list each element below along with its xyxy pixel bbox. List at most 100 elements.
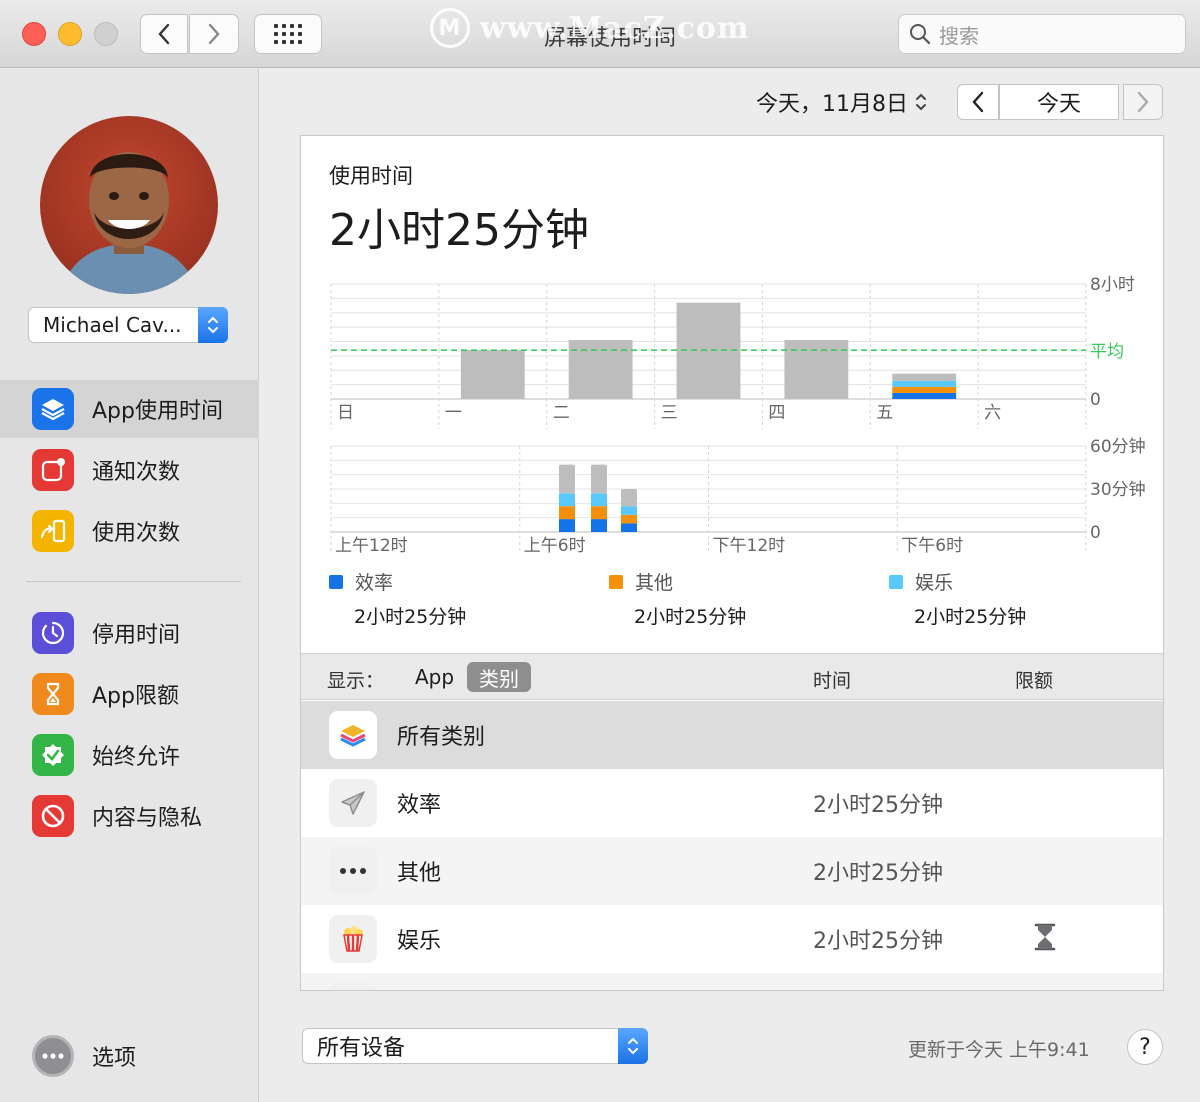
list-header: 显示： App 类别 时间 限额 bbox=[301, 653, 1163, 700]
x-tick-label: 六 bbox=[984, 403, 1001, 423]
list-item-all-categories[interactable]: 所有类别 bbox=[301, 701, 1163, 769]
screen-time-window: 屏幕使用时间 M www.MacZ.com 搜索 Michael Cav... … bbox=[0, 0, 1200, 1102]
hourglass-icon[interactable] bbox=[1033, 922, 1057, 956]
list-item-partial bbox=[301, 973, 1163, 990]
grid-icon bbox=[274, 24, 302, 44]
next-day-button[interactable] bbox=[1123, 84, 1163, 120]
close-window-button[interactable] bbox=[22, 22, 46, 46]
date-picker[interactable]: 今天，11月8日 bbox=[756, 86, 928, 118]
segment-category[interactable]: 类别 bbox=[467, 662, 531, 692]
zoom-window-button[interactable] bbox=[94, 22, 118, 46]
legend-label: 效率 bbox=[355, 572, 394, 594]
bar-segment bbox=[892, 373, 957, 381]
legend-swatch bbox=[889, 574, 903, 589]
x-tick-label: 四 bbox=[768, 403, 785, 423]
sidebar-item-pickups[interactable]: 使用次数 bbox=[0, 502, 259, 560]
sidebar-item-content-privacy[interactable]: 内容与隐私 bbox=[0, 787, 259, 845]
sidebar-item-label: 使用次数 bbox=[92, 521, 181, 546]
back-button[interactable] bbox=[140, 14, 188, 54]
bar-segment bbox=[460, 350, 525, 399]
search-icon bbox=[910, 24, 931, 45]
column-header-time[interactable]: 时间 bbox=[813, 666, 851, 693]
restrict-icon bbox=[32, 795, 74, 837]
ellipsis-circle-icon bbox=[32, 1035, 74, 1077]
avatar-photo bbox=[60, 152, 198, 294]
layers-icon bbox=[329, 711, 377, 759]
device-select-value: 所有设备 bbox=[317, 1036, 406, 1061]
sidebar-item-always-allowed[interactable]: 始终允许 bbox=[0, 726, 259, 784]
x-tick-label: 日 bbox=[337, 403, 354, 423]
options-button[interactable]: 选项 bbox=[32, 1035, 136, 1077]
downtime-icon bbox=[32, 612, 74, 654]
chevron-left-icon bbox=[158, 23, 170, 45]
row-icon-placeholder bbox=[329, 983, 377, 990]
legend-label: 其他 bbox=[635, 572, 674, 594]
previous-day-button[interactable] bbox=[957, 84, 999, 120]
title-bar: 屏幕使用时间 M www.MacZ.com 搜索 bbox=[0, 0, 1200, 68]
segment-app[interactable]: App bbox=[409, 662, 460, 692]
sidebar-item-notifications[interactable]: 通知次数 bbox=[0, 441, 259, 499]
ellipsis-icon bbox=[329, 847, 377, 895]
sidebar-item-label: 通知次数 bbox=[92, 460, 181, 485]
chevron-right-icon bbox=[208, 23, 220, 45]
device-select[interactable]: 所有设备 bbox=[302, 1028, 648, 1064]
chevron-left-icon bbox=[972, 91, 984, 113]
minimize-window-button[interactable] bbox=[58, 22, 82, 46]
x-tick-label: 三 bbox=[661, 403, 678, 423]
paper-plane-icon bbox=[329, 779, 377, 827]
help-button[interactable]: ? bbox=[1127, 1029, 1163, 1065]
popcorn-icon bbox=[329, 915, 377, 963]
sidebar-item-label: 内容与隐私 bbox=[92, 806, 203, 831]
bar-segment bbox=[784, 340, 849, 399]
forward-button[interactable] bbox=[189, 14, 239, 54]
x-tick-label: 下午6时 bbox=[901, 536, 963, 556]
bar-segment bbox=[559, 519, 575, 532]
user-name: Michael Cav... bbox=[43, 313, 182, 337]
stepper-icon bbox=[916, 93, 926, 111]
bar-segment bbox=[892, 386, 957, 393]
bar-segment bbox=[892, 380, 957, 387]
list-item-productivity[interactable]: 效率 2小时25分钟 bbox=[301, 769, 1163, 837]
sidebar-item-downtime[interactable]: 停用时间 bbox=[0, 604, 259, 662]
sidebar-divider bbox=[26, 581, 241, 582]
y-tick-label: 0 bbox=[1090, 390, 1101, 410]
list-item-name: 娱乐 bbox=[397, 929, 442, 954]
bar-segment bbox=[621, 489, 637, 507]
list-item-time: 2小时25分钟 bbox=[813, 793, 943, 818]
bar-segment bbox=[559, 493, 575, 507]
chevron-right-icon bbox=[1137, 91, 1149, 113]
list-item-other[interactable]: 其他 2小时25分钟 bbox=[301, 837, 1163, 905]
bar-segment bbox=[559, 464, 575, 494]
list-item-entertainment[interactable]: 娱乐 2小时25分钟 bbox=[301, 905, 1163, 973]
search-field[interactable]: 搜索 bbox=[898, 14, 1186, 54]
bar-segment bbox=[591, 519, 607, 532]
legend-swatch bbox=[329, 574, 343, 589]
x-tick-label: 上午6时 bbox=[524, 536, 586, 556]
column-header-limit[interactable]: 限额 bbox=[1015, 666, 1053, 693]
today-button[interactable]: 今天 bbox=[999, 84, 1119, 120]
show-all-preferences-button[interactable] bbox=[254, 14, 322, 54]
sidebar-item-label: 始终允许 bbox=[92, 745, 181, 770]
bar-segment bbox=[559, 506, 575, 520]
watermark-text: www.MacZ.com bbox=[480, 10, 750, 46]
bar-segment bbox=[621, 523, 637, 532]
y-tick-label: 60分钟 bbox=[1090, 437, 1146, 457]
sidebar-item-app-usage[interactable]: App使用时间 bbox=[0, 380, 259, 438]
legend-value: 2小时25分钟 bbox=[634, 606, 747, 628]
watermark-logo: M bbox=[430, 8, 470, 48]
bar-segment bbox=[568, 340, 633, 399]
user-select[interactable]: Michael Cav... bbox=[28, 307, 228, 343]
sidebar-item-label: App限额 bbox=[92, 684, 179, 709]
x-tick-label: 五 bbox=[876, 403, 893, 423]
sidebar-item-app-limits[interactable]: App限额 bbox=[0, 665, 259, 723]
legend-entertainment: 娱乐 bbox=[889, 568, 953, 595]
hourglass-icon bbox=[32, 673, 74, 715]
x-tick-label: 下午12时 bbox=[713, 536, 786, 556]
checkmark-icon bbox=[32, 734, 74, 776]
y-tick-label: 8小时 bbox=[1090, 275, 1135, 295]
legend-label: 娱乐 bbox=[915, 572, 954, 594]
x-tick-label: 一 bbox=[445, 403, 462, 423]
avatar[interactable] bbox=[40, 116, 218, 294]
bar-segment bbox=[591, 506, 607, 520]
pickup-icon bbox=[32, 510, 74, 552]
